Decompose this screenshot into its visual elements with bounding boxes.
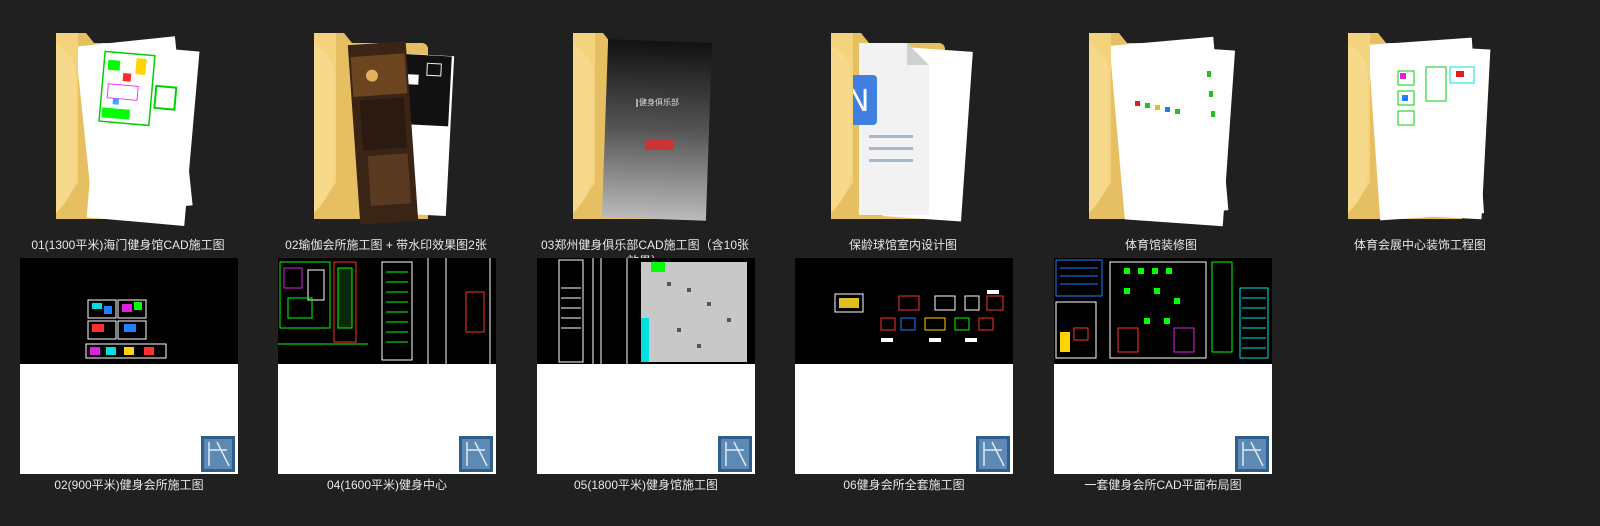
folder-icon: ‖健身俱乐部 xyxy=(573,33,713,221)
folder-item[interactable]: N 保龄球馆室内设计图 xyxy=(793,15,1013,255)
folder-item[interactable]: 体育馆装修图 xyxy=(1051,15,1271,255)
folder-name: 02瑜伽会所施工图 + 带水印效果图2张 xyxy=(285,238,487,252)
file-thumbnail xyxy=(278,258,496,474)
folder-item[interactable]: 02瑜伽会所施工图 + 带水印效果图2张 xyxy=(276,15,496,255)
folder-icon xyxy=(56,33,200,226)
folder-name: 保龄球馆室内设计图 xyxy=(848,238,957,252)
file-item[interactable]: 05(1800平米)健身馆施工图 xyxy=(537,258,755,496)
file-item[interactable]: 06健身会所全套施工图 xyxy=(795,258,1013,496)
file-thumbnail xyxy=(537,258,755,474)
dwg-file-icon xyxy=(976,436,1010,472)
file-item[interactable]: 一套健身会所CAD平面布局图 xyxy=(1054,258,1272,496)
dwg-file-icon xyxy=(1235,436,1269,472)
folder-item[interactable]: 01(1300平米)海门健身馆CAD施工图 xyxy=(18,15,238,255)
file-item[interactable]: 04(1600平米)健身中心 xyxy=(278,258,496,496)
folder-icon xyxy=(1348,33,1491,221)
folder-icon: N xyxy=(831,33,973,222)
file-item[interactable]: 02(900平米)健身会所施工图 xyxy=(20,258,238,496)
folder-name: 体育馆装修图 xyxy=(1124,238,1197,252)
folder-name: 01(1300平米)海门健身馆CAD施工图 xyxy=(31,238,225,252)
dwg-file-icon xyxy=(459,436,493,472)
svg-text:‖健身俱乐部: ‖健身俱乐部 xyxy=(635,97,679,107)
file-name: 02(900平米)健身会所施工图 xyxy=(54,478,204,492)
file-name: 06健身会所全套施工图 xyxy=(843,478,965,492)
folder-icon xyxy=(314,33,455,225)
file-thumbnail xyxy=(1054,258,1272,474)
file-thumbnail xyxy=(795,258,1013,474)
file-thumbnail xyxy=(20,258,238,474)
file-name: 04(1600平米)健身中心 xyxy=(326,478,448,492)
dwg-file-icon xyxy=(201,436,235,472)
file-name: 05(1800平米)健身馆施工图 xyxy=(573,478,719,492)
folder-item[interactable]: 体育会展中心装饰工程图 xyxy=(1310,15,1530,255)
dwg-file-icon xyxy=(718,436,752,472)
folder-icon xyxy=(1089,33,1236,227)
folder-name: 体育会展中心装饰工程图 xyxy=(1353,238,1486,252)
file-name: 一套健身会所CAD平面布局图 xyxy=(1084,478,1242,492)
folder-item[interactable]: ‖健身俱乐部 03郑州健身俱乐部CAD施工图（含10张效果） xyxy=(535,15,755,268)
